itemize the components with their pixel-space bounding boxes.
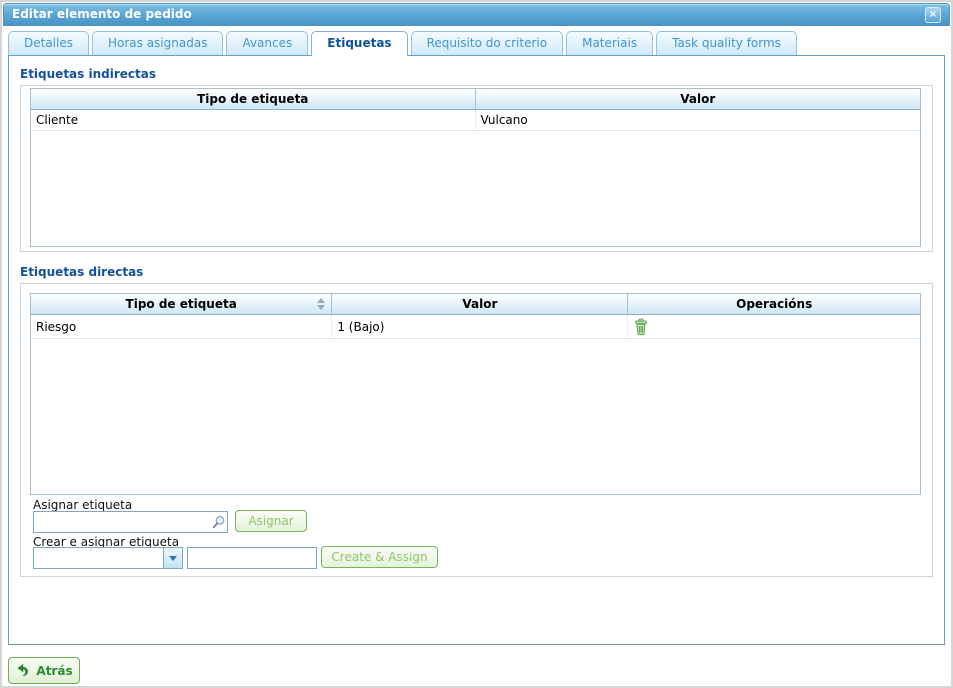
column-header-tipo-de-etiqueta[interactable]: Tipo de etiqueta — [31, 294, 332, 314]
tab-horas-asignadas[interactable]: Horas asignadas — [92, 31, 223, 55]
table-row[interactable]: Cliente Vulcano — [31, 110, 920, 131]
table-row[interactable]: Riesgo 1 (Bajo) — [31, 315, 920, 339]
create-and-assign-button[interactable]: Create & Assign — [321, 546, 438, 568]
column-header-valor: Valor — [476, 89, 921, 109]
close-icon[interactable]: × — [925, 7, 941, 23]
cell-operacions — [628, 315, 920, 338]
tab-materiais[interactable]: Materiais — [566, 31, 653, 55]
back-button-label: Atrás — [36, 664, 72, 678]
new-label-value-input[interactable] — [187, 547, 317, 569]
direct-labels-heading: Etiquetas directas — [20, 265, 143, 279]
edit-order-item-dialog: Editar elemento de pedido × Detalles Hor… — [0, 0, 953, 688]
grid-empty-area — [31, 131, 920, 246]
direct-labels-section: Tipo de etiqueta Valor Operacións Riesgo… — [20, 283, 933, 577]
tab-task-quality-forms[interactable]: Task quality forms — [656, 31, 797, 55]
chevron-down-icon[interactable] — [163, 548, 182, 568]
grid-header-row: Tipo de etiqueta Valor — [31, 89, 920, 110]
label-type-select[interactable] — [33, 547, 183, 569]
tab-requisito-do-criterio[interactable]: Requisito do criterio — [411, 31, 564, 55]
tab-bar: Detalles Horas asignadas Avances Etiquet… — [8, 31, 797, 56]
assign-label-field — [33, 511, 228, 533]
grid-header-row: Tipo de etiqueta Valor Operacións — [31, 294, 920, 315]
etiquetas-tab-panel: Etiquetas indirectas Tipo de etiqueta Va… — [8, 55, 945, 645]
tab-detalles[interactable]: Detalles — [8, 31, 89, 55]
delete-trash-icon[interactable] — [633, 318, 649, 336]
column-header-valor: Valor — [332, 294, 628, 314]
cell-valor: 1 (Bajo) — [332, 315, 628, 338]
sort-icon[interactable] — [317, 298, 325, 310]
tab-etiquetas[interactable]: Etiquetas — [311, 31, 407, 56]
back-button[interactable]: Atrás — [8, 657, 80, 684]
indirect-labels-section: Tipo de etiqueta Valor Cliente Vulcano — [20, 85, 933, 252]
tab-avances[interactable]: Avances — [226, 31, 308, 55]
column-header-tipo-de-etiqueta: Tipo de etiqueta — [31, 89, 476, 109]
cell-valor: Vulcano — [476, 110, 921, 130]
direct-labels-grid: Tipo de etiqueta Valor Operacións Riesgo… — [30, 293, 921, 495]
search-icon[interactable] — [209, 512, 227, 532]
back-arrow-icon — [15, 663, 30, 678]
dialog-titlebar: Editar elemento de pedido × — [3, 3, 950, 26]
assign-label-caption: Asignar etiqueta — [33, 498, 132, 512]
cell-tipo: Riesgo — [31, 315, 332, 338]
column-header-operacions: Operacións — [628, 294, 920, 314]
indirect-labels-heading: Etiquetas indirectas — [20, 67, 156, 81]
assign-button[interactable]: Asignar — [235, 510, 307, 532]
grid-empty-area — [31, 339, 920, 494]
assign-label-input[interactable] — [34, 513, 209, 531]
dialog-title: Editar elemento de pedido — [12, 7, 192, 21]
label-type-select-value — [34, 548, 163, 568]
cell-tipo: Cliente — [31, 110, 476, 130]
indirect-labels-grid: Tipo de etiqueta Valor Cliente Vulcano — [30, 88, 921, 247]
column-header-label: Tipo de etiqueta — [126, 297, 237, 311]
